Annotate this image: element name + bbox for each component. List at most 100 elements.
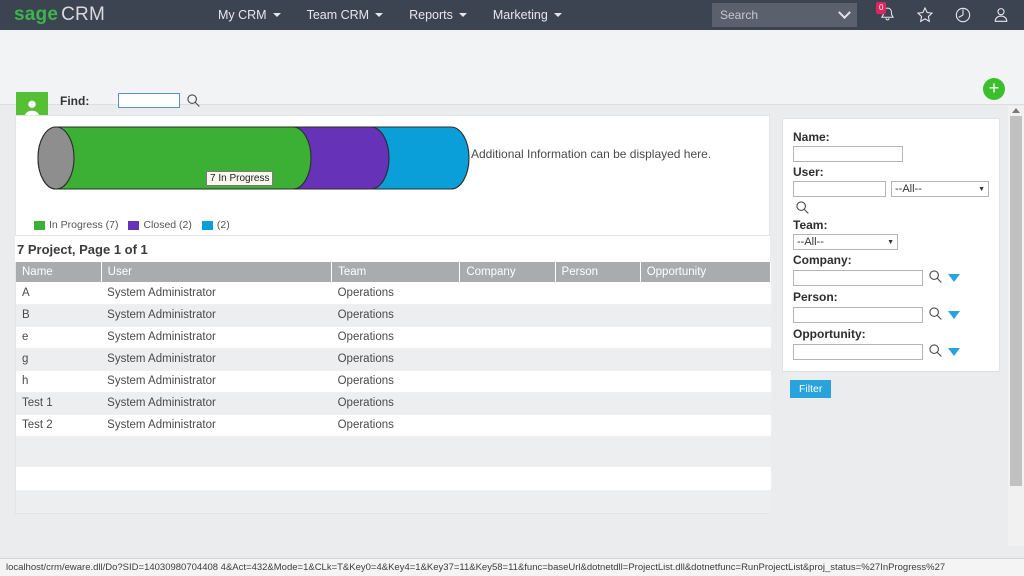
filter-company-input[interactable] bbox=[793, 270, 923, 286]
find-search-button[interactable] bbox=[186, 93, 201, 108]
cell-name[interactable]: e bbox=[16, 326, 101, 348]
cell-person bbox=[555, 282, 640, 304]
column-header-team[interactable]: Team bbox=[332, 262, 460, 282]
chevron-down-icon: ▼ bbox=[887, 239, 894, 246]
empty-row-cell bbox=[16, 490, 771, 512]
page-vertical-scrollbar[interactable] bbox=[1008, 106, 1024, 546]
top-icon-group: 0 bbox=[868, 0, 1020, 30]
legend-item-blank[interactable]: (2) bbox=[202, 219, 230, 231]
filter-user-select[interactable]: --All-- ▼ bbox=[891, 181, 989, 197]
cell-company bbox=[460, 282, 555, 304]
cell-name[interactable]: B bbox=[16, 304, 101, 326]
filter-opportunity-dropdown-icon[interactable] bbox=[948, 348, 960, 356]
table-row[interactable]: Test 2 System Administrator Operations bbox=[16, 414, 771, 436]
find-input[interactable] bbox=[118, 93, 180, 108]
legend-item-in-progress[interactable]: In Progress (7) bbox=[34, 219, 118, 231]
filter-person-dropdown-icon[interactable] bbox=[948, 311, 960, 319]
cell-user: System Administrator bbox=[101, 282, 331, 304]
cell-name[interactable]: Test 2 bbox=[16, 414, 101, 436]
favorites-button[interactable] bbox=[906, 0, 944, 30]
cell-company bbox=[460, 414, 555, 436]
cell-company bbox=[460, 370, 555, 392]
filter-opportunity-input[interactable] bbox=[793, 344, 923, 360]
user-profile-icon bbox=[992, 6, 1010, 24]
filter-company-dropdown-icon[interactable] bbox=[948, 274, 960, 282]
project-status-chart: 7 In Progress Additional Information can… bbox=[15, 115, 770, 215]
main-content-column: 7 In Progress Additional Information can… bbox=[15, 115, 770, 514]
column-header-user[interactable]: User bbox=[101, 262, 331, 282]
logo-sage-text: sage bbox=[14, 4, 58, 25]
column-header-opportunity[interactable]: Opportunity bbox=[640, 262, 770, 282]
table-row[interactable]: A System Administrator Operations bbox=[16, 282, 771, 304]
table-row[interactable]: e System Administrator Operations bbox=[16, 326, 771, 348]
nav-item-team-crm[interactable]: Team CRM bbox=[294, 0, 397, 30]
recent-history-button[interactable] bbox=[944, 0, 982, 30]
table-row[interactable]: Test 1 System Administrator Operations bbox=[16, 392, 771, 414]
cell-name[interactable]: h bbox=[16, 370, 101, 392]
nav-item-marketing-label: Marketing bbox=[493, 8, 548, 22]
cell-company bbox=[460, 326, 555, 348]
scrollbar-thumb[interactable] bbox=[1010, 116, 1022, 486]
search-dropdown-toggle[interactable] bbox=[831, 3, 857, 27]
filter-name-input[interactable] bbox=[793, 146, 903, 162]
filter-company-search-button[interactable] bbox=[928, 269, 943, 287]
cell-person bbox=[555, 326, 640, 348]
filter-user-search-button[interactable] bbox=[795, 200, 989, 215]
legend-swatch-icon bbox=[202, 221, 213, 230]
cell-team: Operations bbox=[332, 348, 460, 370]
chevron-down-icon bbox=[273, 13, 281, 17]
filter-person-search-button[interactable] bbox=[928, 306, 943, 324]
search-icon bbox=[928, 306, 943, 321]
cell-person bbox=[555, 414, 640, 436]
global-search-input[interactable]: Search bbox=[712, 8, 831, 22]
cell-person bbox=[555, 348, 640, 370]
cell-name[interactable]: g bbox=[16, 348, 101, 370]
table-row[interactable]: h System Administrator Operations bbox=[16, 370, 771, 392]
filter-team-select[interactable]: --All-- ▼ bbox=[793, 234, 898, 250]
cell-person bbox=[555, 304, 640, 326]
cell-user: System Administrator bbox=[101, 392, 331, 414]
filter-name-label: Name: bbox=[793, 130, 989, 144]
cell-opportunity bbox=[640, 370, 770, 392]
cell-opportunity bbox=[640, 326, 770, 348]
legend-item-closed[interactable]: Closed (2) bbox=[128, 219, 191, 231]
empty-row-cell bbox=[16, 466, 771, 490]
legend-swatch-icon bbox=[128, 221, 139, 230]
global-search-box[interactable]: Search bbox=[712, 3, 857, 27]
chevron-down-icon: ▼ bbox=[978, 186, 985, 193]
column-header-person[interactable]: Person bbox=[555, 262, 640, 282]
table-row-empty bbox=[16, 490, 771, 512]
chevron-down-icon bbox=[459, 13, 467, 17]
chevron-down-icon bbox=[375, 13, 383, 17]
column-header-company[interactable]: Company bbox=[460, 262, 555, 282]
filter-person-label: Person: bbox=[793, 290, 989, 304]
nav-item-reports[interactable]: Reports bbox=[396, 0, 480, 30]
scroll-up-arrow-icon[interactable] bbox=[1012, 108, 1020, 113]
find-bar: Find: My CRM for: System Administrator ▼… bbox=[0, 30, 1024, 105]
filter-submit-button[interactable]: Filter bbox=[790, 380, 831, 398]
new-record-button[interactable]: + bbox=[983, 78, 1005, 100]
sage-crm-logo[interactable]: sageCRM bbox=[14, 4, 105, 26]
empty-row-cell bbox=[16, 436, 771, 466]
nav-item-my-crm-label: My CRM bbox=[218, 8, 267, 22]
list-title: 7 Project, Page 1 of 1 bbox=[15, 236, 770, 262]
search-icon bbox=[186, 93, 201, 108]
cell-user: System Administrator bbox=[101, 348, 331, 370]
project-list-grid: Name User Team Company Person Opportunit… bbox=[15, 262, 770, 514]
cell-opportunity bbox=[640, 392, 770, 414]
user-profile-button[interactable] bbox=[982, 0, 1020, 30]
search-icon bbox=[795, 200, 810, 215]
nav-item-marketing[interactable]: Marketing bbox=[480, 0, 575, 30]
nav-item-my-crm[interactable]: My CRM bbox=[205, 0, 294, 30]
cell-name[interactable]: Test 1 bbox=[16, 392, 101, 414]
filter-person-input[interactable] bbox=[793, 307, 923, 323]
chart-tooltip: 7 In Progress bbox=[206, 171, 273, 186]
notification-bell-button[interactable]: 0 bbox=[868, 0, 906, 30]
column-header-name[interactable]: Name bbox=[16, 262, 101, 282]
cell-name[interactable]: A bbox=[16, 282, 101, 304]
cell-user: System Administrator bbox=[101, 370, 331, 392]
filter-user-input[interactable] bbox=[793, 181, 886, 197]
table-row[interactable]: g System Administrator Operations bbox=[16, 348, 771, 370]
filter-opportunity-search-button[interactable] bbox=[928, 343, 943, 361]
table-row[interactable]: B System Administrator Operations bbox=[16, 304, 771, 326]
